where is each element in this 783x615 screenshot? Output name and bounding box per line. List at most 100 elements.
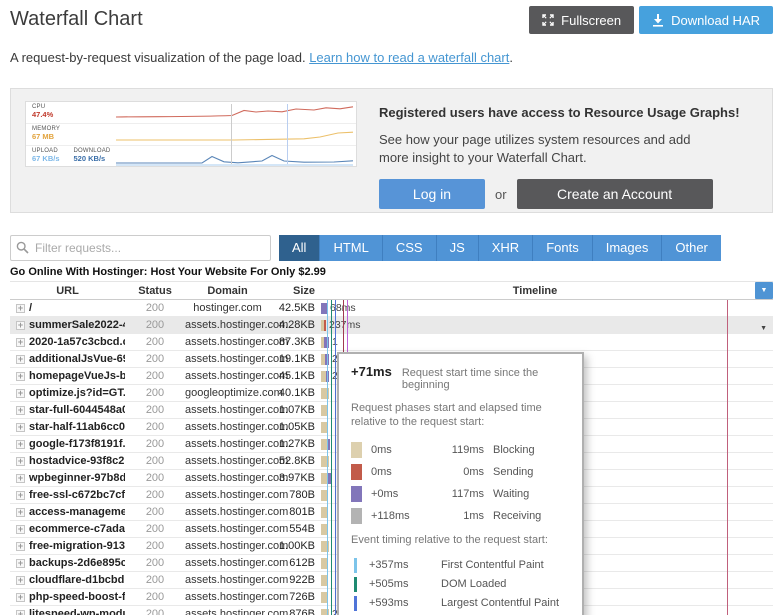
event-time: +357ms: [369, 559, 441, 571]
request-timeline-cell[interactable]: 237ms: [315, 317, 773, 333]
expand-row-icon[interactable]: +: [16, 576, 25, 585]
filter-tab-images[interactable]: Images: [593, 235, 663, 261]
request-url: homepageVueJs-b...: [29, 368, 125, 384]
event-label: Largest Contentful Paint: [441, 597, 559, 609]
request-url-cell: +star-half-11ab6cc0...: [10, 419, 125, 435]
request-size: 780B: [270, 487, 315, 503]
header-buttons: Fullscreen Download HAR: [529, 6, 773, 34]
expand-row-icon[interactable]: +: [16, 389, 25, 398]
expand-row-icon[interactable]: +: [16, 440, 25, 449]
expand-row-icon[interactable]: +: [16, 559, 25, 568]
phase-color-swatch: [351, 486, 362, 502]
expand-row-icon[interactable]: +: [16, 321, 25, 330]
download-har-label: Download HAR: [671, 13, 760, 28]
tooltip-offset-description: Request start time since the beginning: [402, 367, 570, 391]
table-row[interactable]: +summerSale2022-4...200assets.hostinger.…: [10, 317, 773, 334]
filter-tab-all[interactable]: All: [279, 235, 320, 261]
filter-tab-html[interactable]: HTML: [320, 235, 382, 261]
column-header-size[interactable]: Size: [270, 285, 315, 297]
request-status: 200: [125, 572, 185, 588]
phase-start-time: +0ms: [371, 488, 431, 500]
expand-row-icon[interactable]: +: [16, 406, 25, 415]
timeline-options-dropdown[interactable]: ▼: [755, 282, 773, 299]
table-row[interactable]: +2020-1a57c3cbcd.c...200assets.hostinger…: [10, 334, 773, 351]
expand-row-icon[interactable]: +: [16, 610, 25, 615]
expand-row-icon[interactable]: +: [16, 304, 25, 313]
download-icon: [652, 14, 664, 27]
request-status: 200: [125, 521, 185, 537]
request-timeline-cell[interactable]: 1: [315, 334, 773, 350]
expand-row-icon[interactable]: +: [16, 508, 25, 517]
create-account-button[interactable]: Create an Account: [517, 179, 713, 209]
filter-tab-other[interactable]: Other: [662, 235, 721, 261]
request-size: 1.00KB: [270, 538, 315, 554]
event-label: DOM Loaded: [441, 578, 506, 590]
expand-row-icon[interactable]: +: [16, 355, 25, 364]
phase-elapsed-time: 119ms: [431, 444, 493, 456]
timeline-bar-segment: [321, 303, 327, 314]
request-url: summerSale2022-4...: [29, 317, 125, 333]
request-status: 200: [125, 402, 185, 418]
request-timeline-cell[interactable]: 68ms: [315, 300, 773, 316]
fullscreen-button[interactable]: Fullscreen: [529, 6, 634, 34]
download-har-button[interactable]: Download HAR: [639, 6, 773, 34]
request-domain: assets.hostinger.com: [185, 555, 270, 571]
timeline-bar-segment: [321, 609, 329, 615]
expand-row-icon[interactable]: +: [16, 457, 25, 466]
request-url-cell: +cloudflare-d1bcbd...: [10, 572, 125, 588]
request-domain: googleoptimize.com: [185, 385, 270, 401]
event-label: First Contentful Paint: [441, 559, 544, 571]
expand-row-icon[interactable]: +: [16, 542, 25, 551]
expand-row-icon[interactable]: +: [16, 338, 25, 347]
timeline-bar-segment: [321, 575, 328, 586]
column-header-status[interactable]: Status: [125, 285, 185, 297]
expand-row-icon[interactable]: +: [16, 593, 25, 602]
phase-elapsed-time: 117ms: [431, 488, 493, 500]
request-size: 40.1KB: [270, 385, 315, 401]
request-status: 200: [125, 555, 185, 571]
expand-row-icon[interactable]: +: [16, 423, 25, 432]
resource-usage-graph-preview: CPU 47.4% MEMORY 67 MB: [25, 101, 357, 167]
request-url: php-speed-boost-f...: [29, 589, 125, 605]
request-url-cell: +hostadvice-93f8c2...: [10, 453, 125, 469]
timeline-bar-segment: [321, 490, 328, 501]
timeline-bar-segment: [324, 337, 329, 348]
table-row[interactable]: +/200hostinger.com42.5KB68ms: [10, 300, 773, 317]
expand-row-icon[interactable]: +: [16, 474, 25, 483]
filter-tab-fonts[interactable]: Fonts: [533, 235, 593, 261]
expand-row-icon[interactable]: +: [16, 491, 25, 500]
request-url-cell: + summerSale2022-4...: [10, 317, 125, 333]
filter-tab-css[interactable]: CSS: [383, 235, 437, 261]
column-header-url[interactable]: URL: [10, 285, 125, 297]
tooltip-phase-row: +0ms117msWaiting: [351, 483, 570, 505]
request-status: 200: [125, 453, 185, 469]
request-size: 1.07KB: [270, 402, 315, 418]
request-url: ecommerce-c7ada...: [29, 521, 125, 537]
request-domain: assets.hostinger.com: [185, 317, 270, 333]
request-url-cell: +access-manageme...: [10, 504, 125, 520]
column-header-timeline[interactable]: Timeline: [315, 285, 755, 297]
event-color-line: [354, 596, 357, 611]
expand-row-icon[interactable]: +: [16, 372, 25, 381]
request-domain: assets.hostinger.com: [185, 521, 270, 537]
column-header-domain[interactable]: Domain: [185, 285, 270, 297]
request-duration-label: 1: [332, 334, 338, 350]
timeline-bar-segment: [321, 507, 328, 518]
request-domain: assets.hostinger.com: [185, 453, 270, 469]
timeline-bar-segment: [328, 439, 330, 450]
login-button[interactable]: Log in: [379, 179, 485, 209]
timeline-bar-segment: [321, 558, 328, 569]
request-domain: assets.hostinger.com: [185, 504, 270, 520]
expand-row-icon[interactable]: +: [16, 525, 25, 534]
timeline-bar-segment: [321, 456, 329, 467]
filter-requests-input[interactable]: [10, 235, 271, 261]
filter-tab-js[interactable]: JS: [437, 235, 479, 261]
waterfall-help-link[interactable]: Learn how to read a waterfall chart: [309, 50, 509, 65]
request-status: 200: [125, 351, 185, 367]
tooltip-event-row: +505msDOM Loaded: [351, 575, 570, 594]
request-size: 876B: [270, 606, 315, 615]
hostinger-ad-link[interactable]: Go Online With Hostinger: Host Your Webs…: [10, 266, 773, 278]
timeline-bar-segment: [321, 405, 328, 416]
filter-tab-xhr[interactable]: XHR: [479, 235, 533, 261]
table-header: URL Status Domain Size Timeline ▼: [10, 281, 773, 300]
